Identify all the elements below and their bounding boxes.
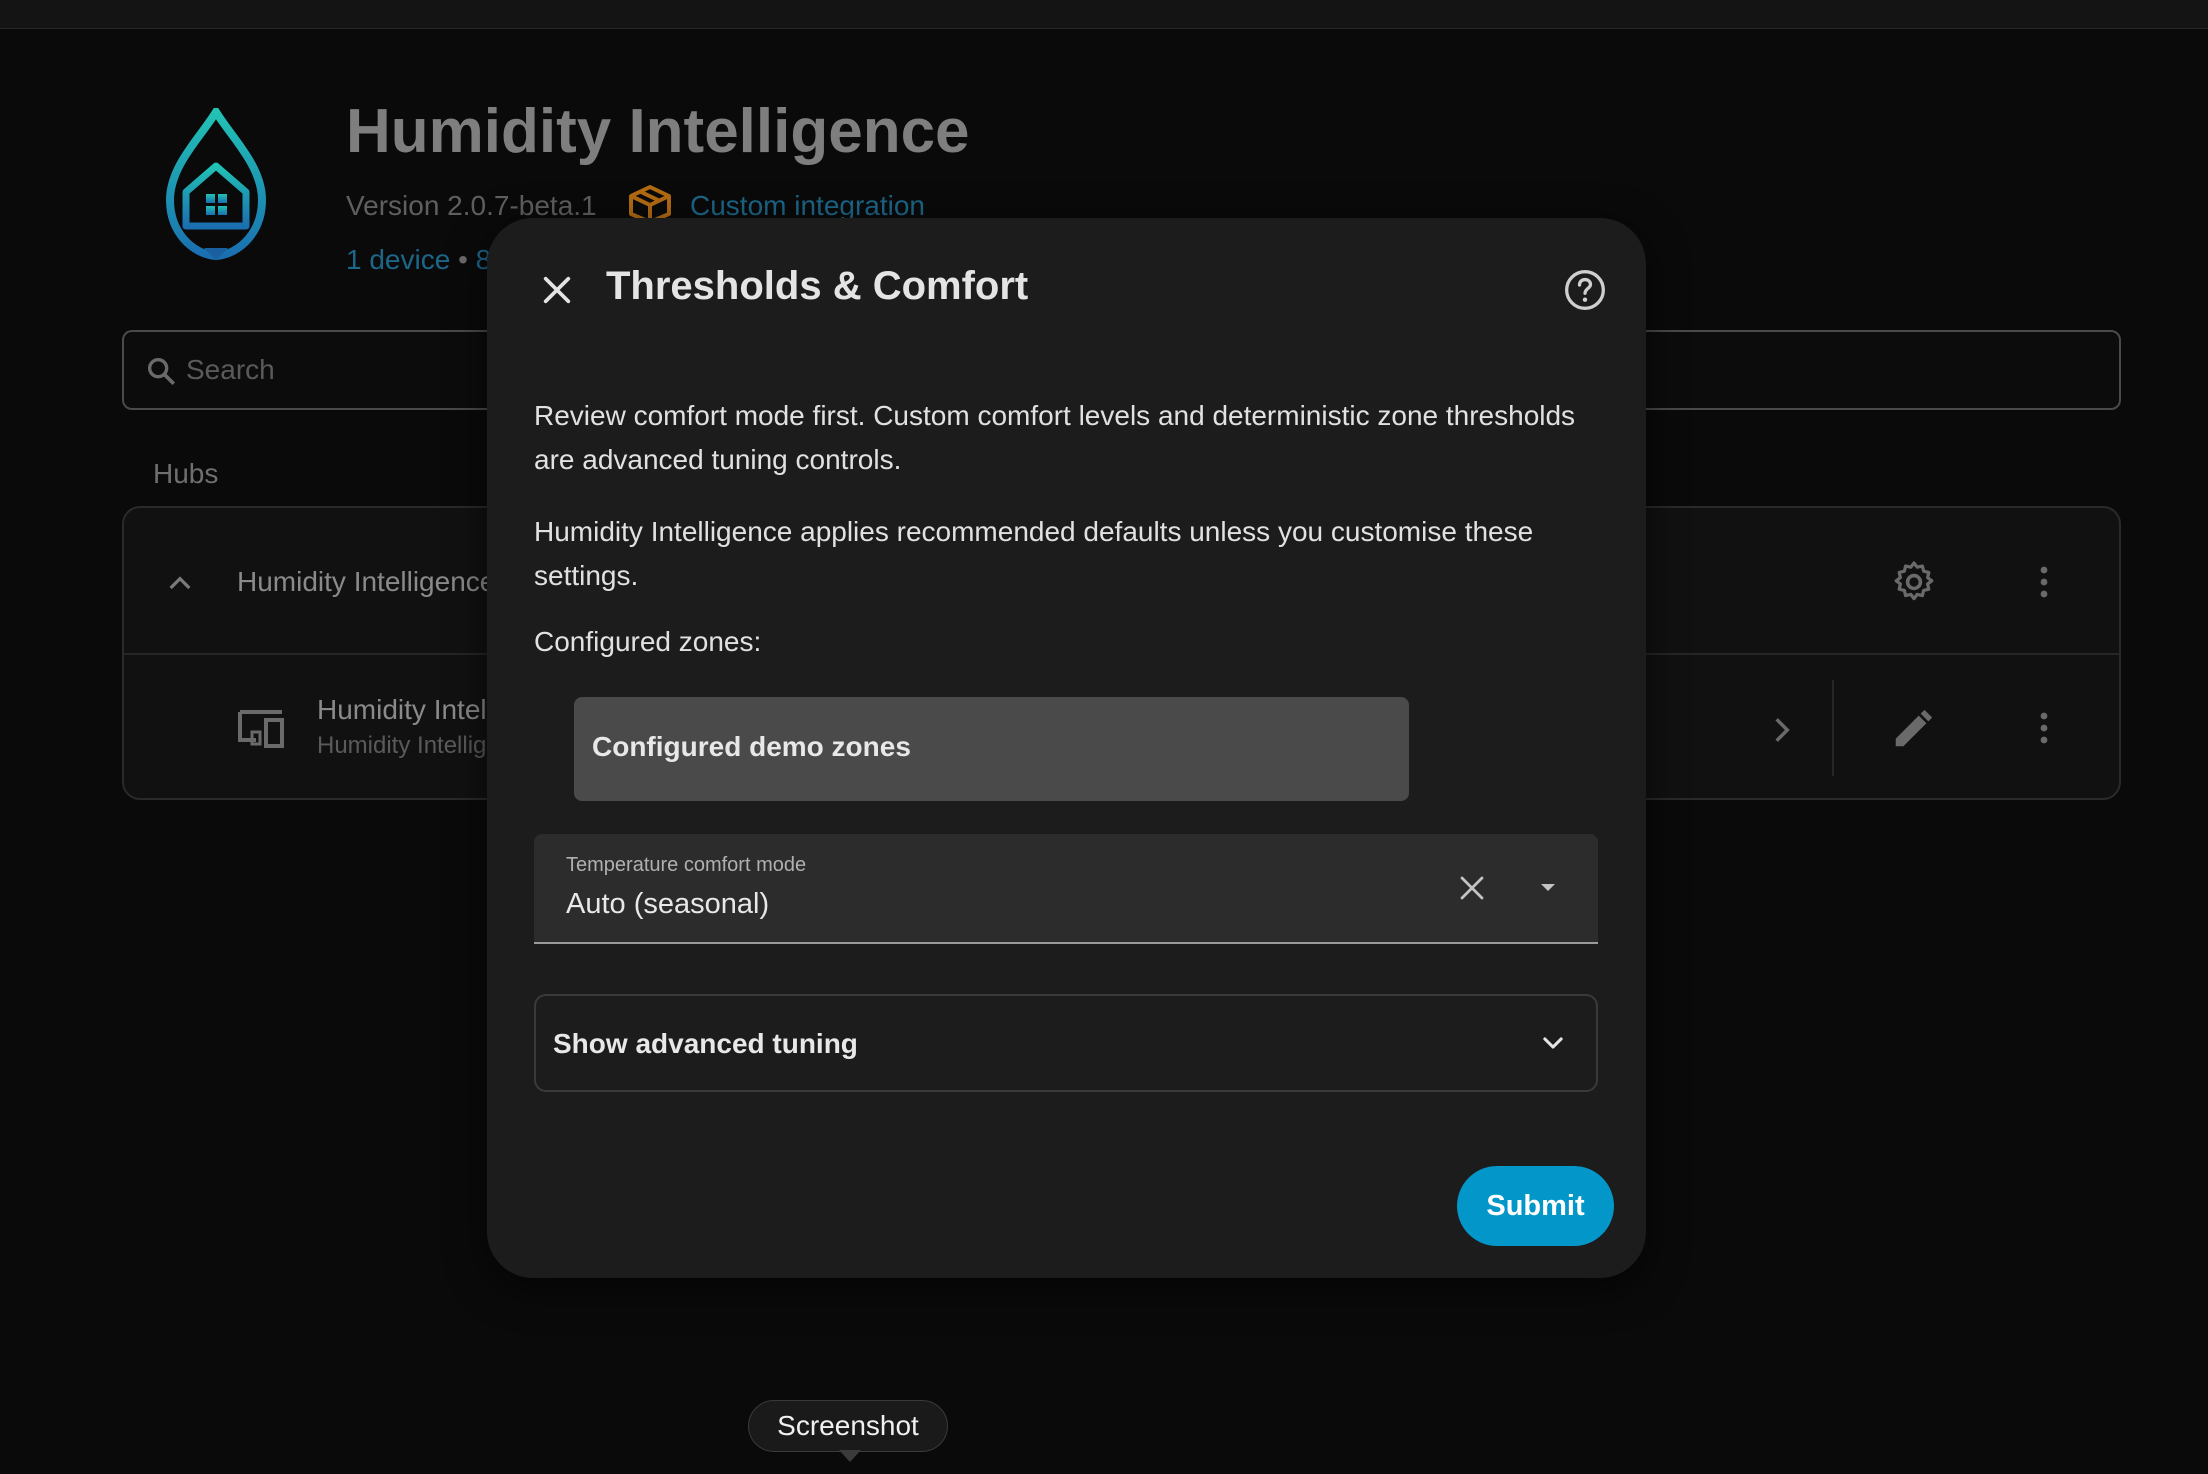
- summary-separator: •: [450, 244, 476, 275]
- close-icon: [543, 276, 571, 304]
- comfort-mode-label: Temperature comfort mode: [566, 854, 807, 876]
- close-button[interactable]: [529, 262, 585, 318]
- search-input[interactable]: Search: [186, 354, 275, 386]
- chevron-up-icon[interactable]: [164, 568, 196, 600]
- screenshot-tooltip: Screenshot: [748, 1400, 948, 1452]
- clear-selection-button[interactable]: [1452, 868, 1492, 908]
- advanced-tuning-label: Show advanced tuning: [553, 1028, 858, 1059]
- help-button[interactable]: [1557, 262, 1613, 318]
- dialog-title: Thresholds & Comfort: [606, 264, 1029, 308]
- comfort-mode-select[interactable]: Temperature comfort mode Auto (seasonal): [534, 834, 1598, 944]
- dropdown-toggle[interactable]: [1534, 874, 1562, 902]
- more-options-icon[interactable]: [2028, 562, 2060, 602]
- configured-zones-box: Configured demo zones: [574, 697, 1409, 801]
- pencil-icon[interactable]: [1890, 706, 1936, 752]
- dialog-defaults-note: Humidity Intelligence applies recommende…: [534, 516, 1534, 591]
- thresholds-dialog: Thresholds & Comfort Review comfort mode…: [487, 218, 1646, 1278]
- vertical-divider: [1832, 680, 1834, 776]
- device-subtitle: Humidity Intellig: [317, 732, 487, 759]
- dialog-intro-text: Review comfort mode first. Custom comfor…: [534, 400, 1576, 475]
- device-name[interactable]: Humidity Intel: [317, 694, 487, 726]
- integration-title: Humidity Intelligence: [346, 97, 970, 166]
- dropdown-arrow-icon: [1541, 884, 1555, 891]
- submit-button[interactable]: Submit: [1457, 1166, 1614, 1246]
- devices-summary[interactable]: 1 device • 8: [346, 244, 491, 276]
- hubs-heading: Hubs: [153, 458, 219, 489]
- hub-name[interactable]: Humidity Intelligence: [237, 566, 495, 598]
- comfort-mode-value: Auto (seasonal): [566, 888, 770, 920]
- advanced-tuning-expander[interactable]: Show advanced tuning: [534, 994, 1598, 1092]
- search-icon: [147, 357, 176, 386]
- tooltip-tail: [839, 1450, 861, 1462]
- more-options-icon[interactable]: [2028, 708, 2060, 748]
- expander-toggle[interactable]: [1536, 1026, 1570, 1060]
- chevron-right-icon[interactable]: [1766, 710, 1798, 750]
- chevron-down-icon: [1543, 1037, 1563, 1049]
- clear-icon: [1460, 876, 1484, 900]
- help-icon: [1565, 270, 1605, 310]
- devices-icon: [238, 710, 284, 748]
- configured-zones-value: Configured demo zones: [592, 731, 911, 762]
- humidity-logo-icon: [165, 108, 267, 260]
- gear-icon[interactable]: [1890, 558, 1938, 606]
- configured-zones-label: Configured zones:: [534, 626, 762, 657]
- devices-link[interactable]: 1 device: [346, 244, 450, 275]
